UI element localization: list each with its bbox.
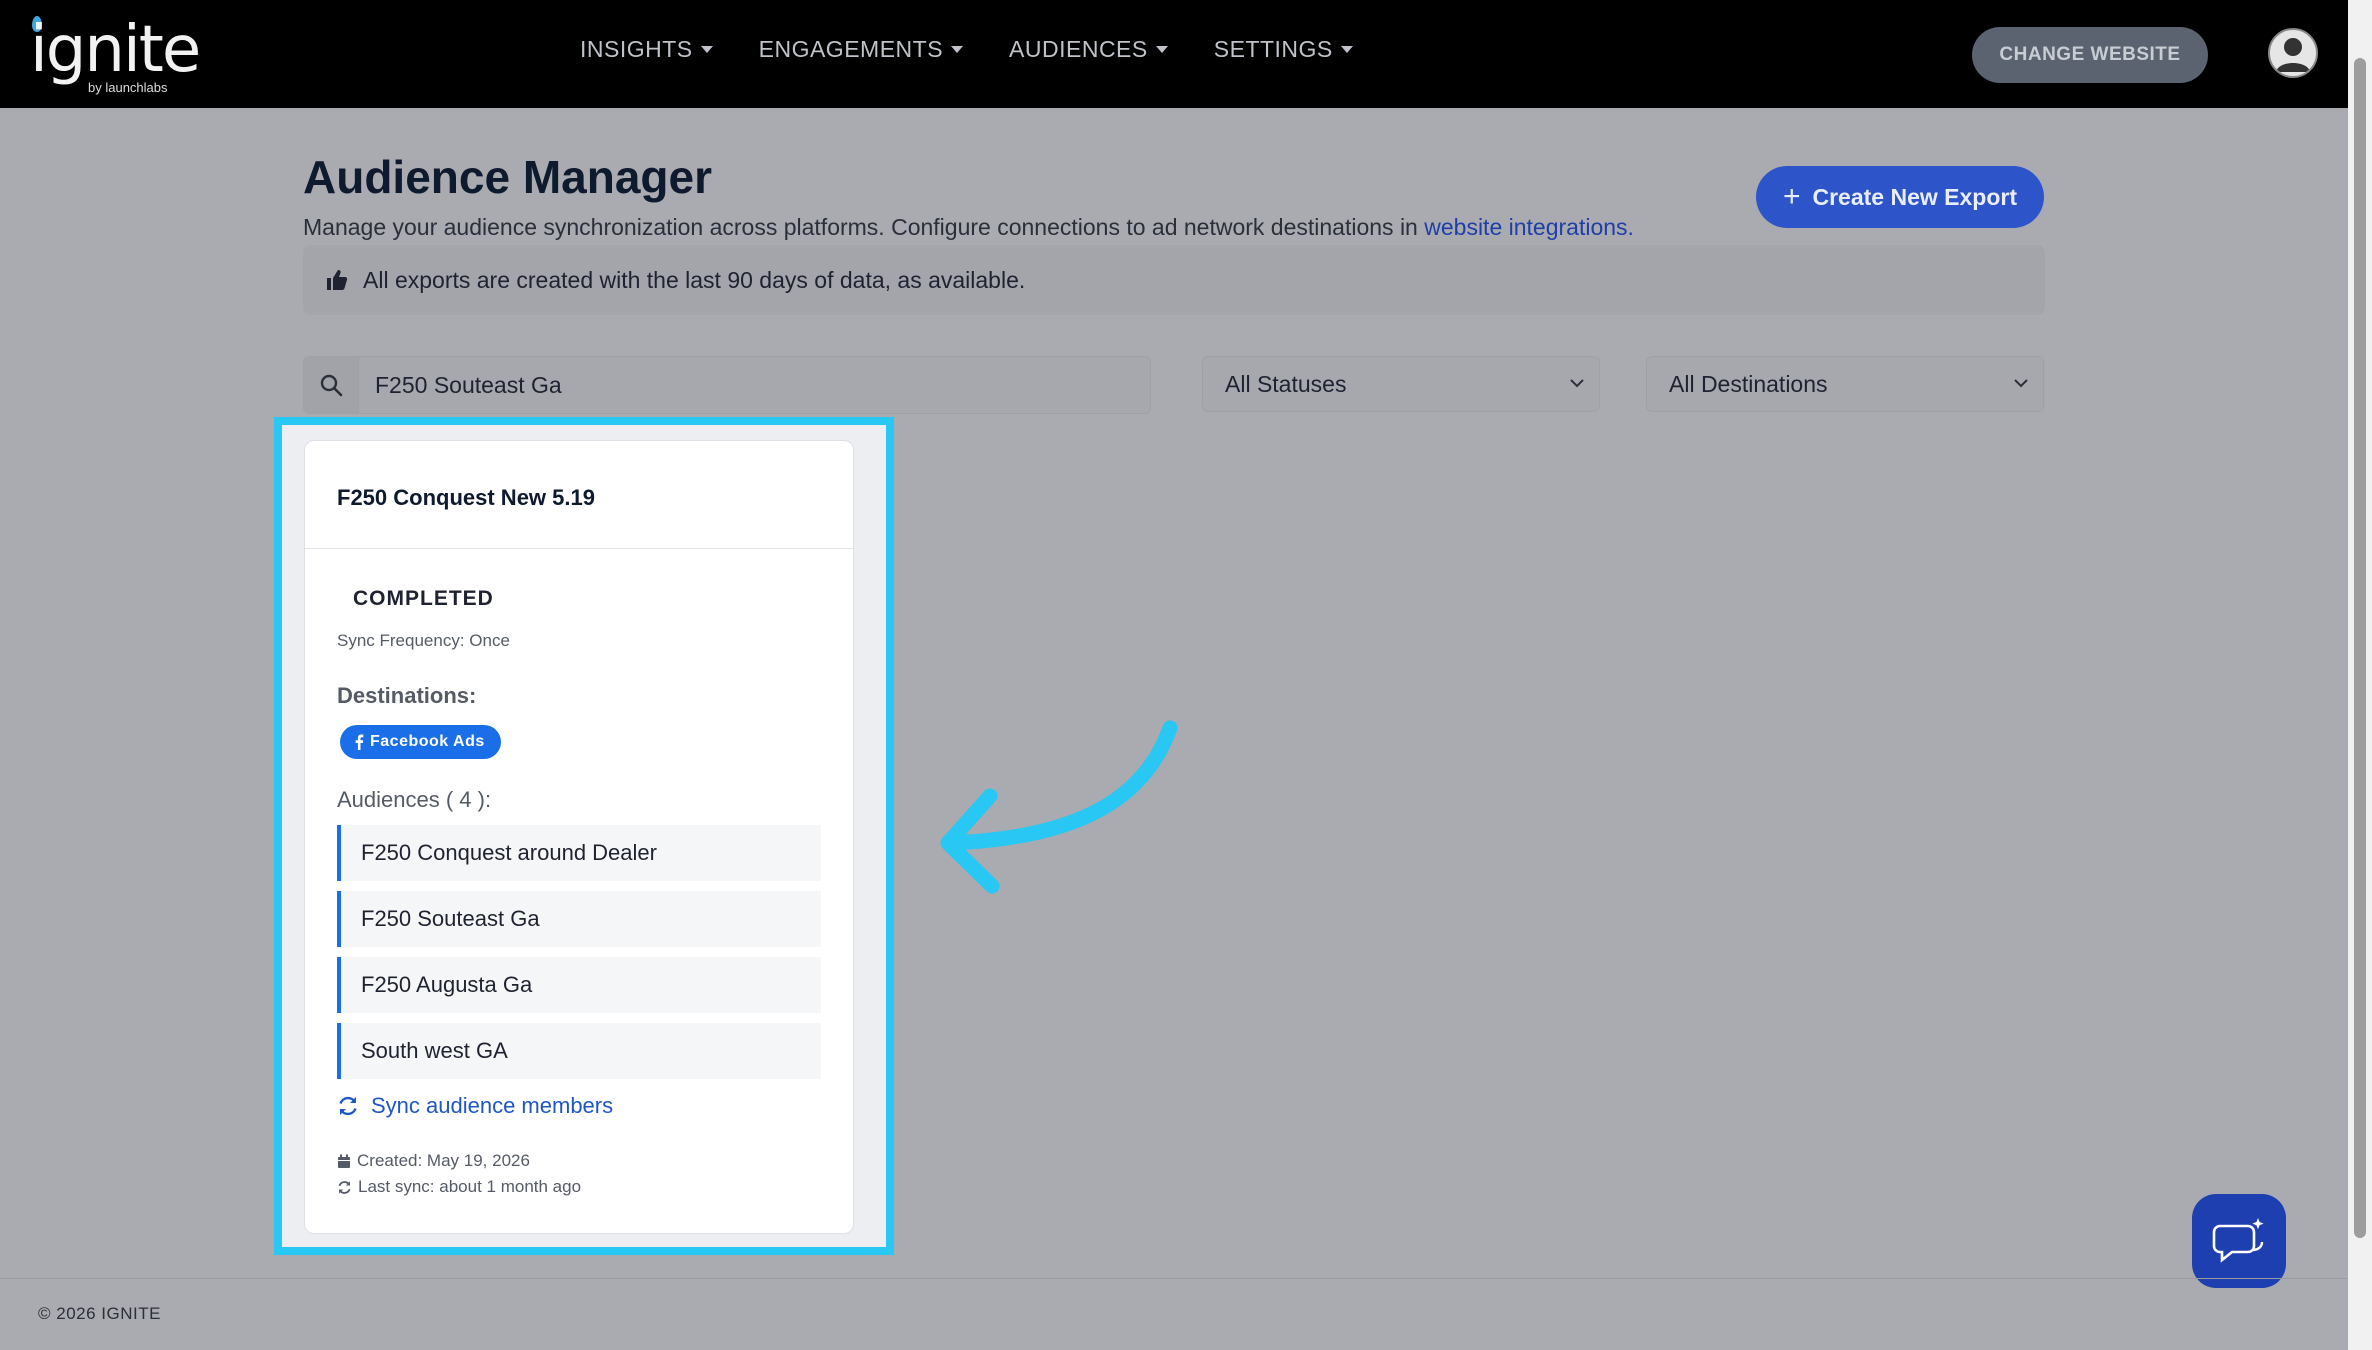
create-new-export-button[interactable]: + Create New Export <box>1756 166 2044 228</box>
logo-subtext: by launchlabs <box>88 80 168 95</box>
status-select[interactable]: All Statuses <box>1202 356 1600 412</box>
page-title: Audience Manager <box>303 151 712 203</box>
nav-insights[interactable]: INSIGHTS <box>580 36 713 63</box>
export-card: F250 Conquest New 5.19 COMPLETED Sync Fr… <box>304 440 854 1234</box>
created-date: Created: May 19, 2026 <box>337 1151 530 1171</box>
facebook-ads-badge: Facebook Ads <box>340 725 501 759</box>
plus-icon: + <box>1782 180 1801 213</box>
calendar-icon <box>338 1154 350 1168</box>
destination-select[interactable]: All Destinations <box>1646 356 2044 412</box>
card-divider <box>305 548 853 549</box>
list-item: F250 Conquest around Dealer <box>337 825 821 881</box>
search-box <box>303 356 1151 414</box>
user-avatar-icon[interactable] <box>2268 28 2318 78</box>
destinations-label: Destinations: <box>337 683 477 708</box>
caret-down-icon <box>700 46 713 53</box>
caret-down-icon <box>951 46 964 53</box>
footer-copyright: © 2026 IGNITE <box>38 1304 161 1323</box>
audience-list: F250 Conquest around Dealer F250 Souteas… <box>337 825 821 1089</box>
sync-icon <box>338 1180 351 1194</box>
facebook-icon <box>355 734 364 750</box>
nav-settings[interactable]: SETTINGS <box>1214 36 1353 63</box>
chat-support-button[interactable] <box>2192 1194 2286 1288</box>
nav-audiences[interactable]: AUDIENCES <box>1009 36 1168 63</box>
nav-engagements[interactable]: ENGAGEMENTS <box>759 36 964 63</box>
search-input[interactable] <box>359 357 1150 413</box>
chevron-down-icon <box>1570 379 1584 388</box>
info-text: All exports are created with the last 90… <box>363 266 1026 293</box>
main-nav: INSIGHTS ENGAGEMENTS AUDIENCES SETTINGS <box>580 36 1353 63</box>
list-item: F250 Augusta Ga <box>337 957 821 1013</box>
search-icon <box>304 357 359 413</box>
scrollbar-thumb[interactable] <box>2354 58 2366 1238</box>
audiences-label: Audiences ( 4 ): <box>337 787 492 812</box>
status-badge: COMPLETED <box>353 587 494 610</box>
chat-bubble-icon <box>2212 1218 2264 1263</box>
page-subtitle: Manage your audience synchronization acr… <box>303 214 1634 240</box>
change-website-button[interactable]: CHANGE WEBSITE <box>1972 27 2208 83</box>
export-card-title: F250 Conquest New 5.19 <box>337 485 595 510</box>
list-item: South west GA <box>337 1023 821 1079</box>
info-banner: All exports are created with the last 90… <box>303 245 2045 315</box>
caret-down-icon <box>1340 46 1353 53</box>
refresh-icon <box>339 1096 357 1116</box>
chevron-down-icon <box>2014 379 2028 388</box>
thumbs-up-icon <box>327 270 348 290</box>
website-integrations-link[interactable]: website integrations. <box>1424 214 1634 240</box>
sync-frequency: Sync Frequency: Once <box>337 631 510 650</box>
last-sync: Last sync: about 1 month ago <box>337 1177 581 1197</box>
top-navbar: ignite by launchlabs INSIGHTS ENGAGEMENT… <box>0 0 2348 108</box>
caret-down-icon <box>1155 46 1168 53</box>
page-scrollbar[interactable] <box>2348 0 2372 1350</box>
logo-text: ignite <box>30 13 201 87</box>
list-item: F250 Souteast Ga <box>337 891 821 947</box>
sync-audience-members-link[interactable]: Sync audience members <box>337 1093 613 1119</box>
ignite-logo[interactable]: ignite by launchlabs <box>30 13 201 96</box>
annotation-arrow-icon <box>940 720 1178 894</box>
footer-divider <box>0 1278 2348 1279</box>
